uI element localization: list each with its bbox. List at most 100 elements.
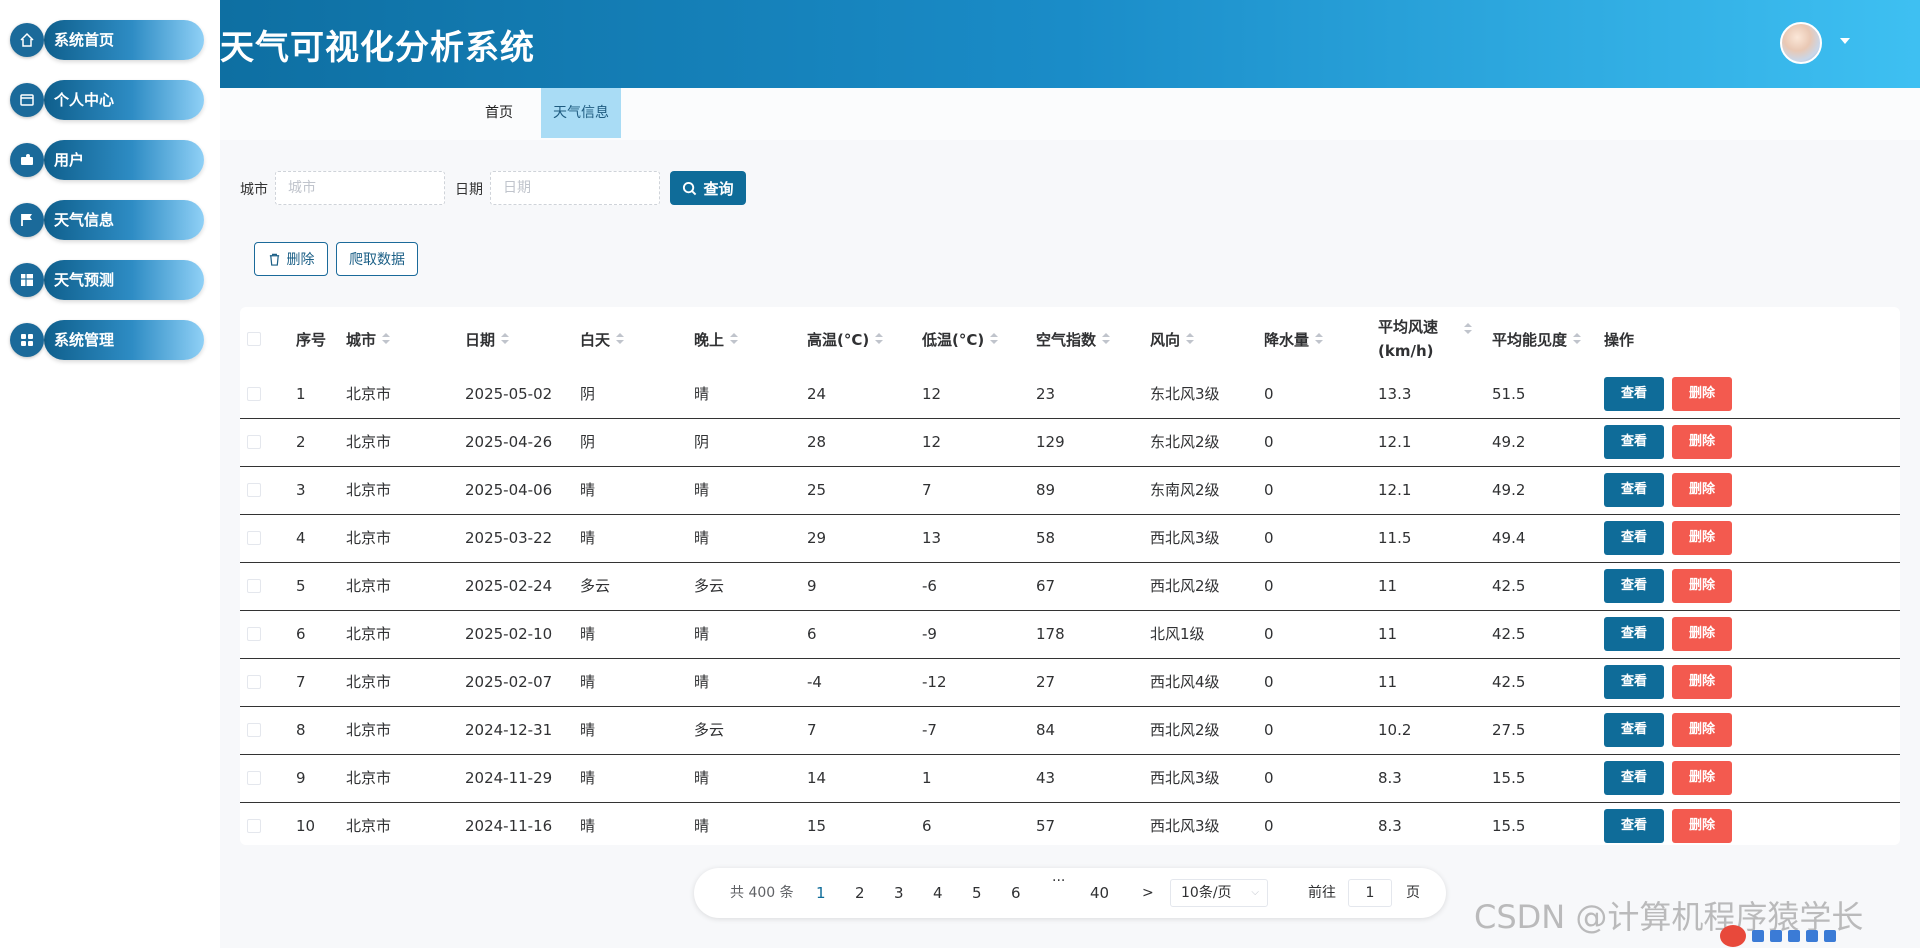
delete-button[interactable]: 删除 [1672, 521, 1732, 555]
pagination-ellipsis[interactable]: ··· [1052, 856, 1065, 906]
row-checkbox[interactable] [247, 627, 261, 641]
row-checkbox[interactable] [247, 723, 261, 737]
query-button[interactable]: 查询 [670, 171, 746, 205]
row-checkbox[interactable] [247, 387, 261, 401]
delete-button[interactable]: 删除 [1672, 425, 1732, 459]
page-3[interactable]: 3 [894, 868, 904, 918]
view-button[interactable]: 查看 [1604, 425, 1664, 459]
delete-button[interactable]: 删除 [1672, 713, 1732, 747]
select-all-checkbox[interactable] [247, 332, 261, 346]
batch-delete-button[interactable]: 删除 [254, 242, 328, 276]
header-col-rain[interactable]: 降水量 [1264, 307, 1324, 371]
crawl-data-button[interactable]: 爬取数据 [336, 242, 418, 276]
sidebar-item[interactable]: 用户 [10, 140, 204, 180]
tray-icon[interactable] [1770, 930, 1782, 942]
date-input[interactable] [503, 173, 659, 203]
sidebar: 系统首页个人中心用户天气信息天气预测系统管理 [0, 0, 220, 948]
header-col-city[interactable]: 城市 [346, 307, 391, 371]
view-button[interactable]: 查看 [1604, 713, 1664, 747]
view-button[interactable]: 查看 [1604, 377, 1664, 411]
row-checkbox[interactable] [247, 819, 261, 833]
delete-button[interactable]: 删除 [1672, 617, 1732, 651]
cell-col-high: 25 [807, 481, 827, 499]
cell-col-city: 北京市 [346, 529, 392, 547]
sort-caret-icon[interactable] [1102, 333, 1111, 345]
tab-home[interactable]: 首页 [473, 88, 525, 138]
sort-caret-icon[interactable] [1315, 333, 1324, 345]
cell-col-low: 12 [922, 433, 942, 451]
delete-button[interactable]: 删除 [1672, 377, 1732, 411]
sort-caret-icon[interactable] [382, 333, 391, 345]
city-field[interactable] [275, 171, 445, 205]
cell-col-day: 晴 [580, 721, 596, 739]
cell-col-aqi: 84 [1036, 721, 1056, 739]
delete-button[interactable]: 删除 [1672, 665, 1732, 699]
delete-button[interactable]: 删除 [1672, 473, 1732, 507]
row-checkbox[interactable] [247, 435, 261, 449]
sort-caret-icon[interactable] [990, 333, 999, 345]
row-checkbox[interactable] [247, 483, 261, 497]
view-button[interactable]: 查看 [1604, 617, 1664, 651]
delete-button[interactable]: 删除 [1672, 761, 1732, 795]
header-col-date[interactable]: 日期 [465, 307, 510, 371]
sidebar-item[interactable]: 系统首页 [10, 20, 204, 60]
caret-down-icon[interactable] [1840, 38, 1850, 44]
header-col-low[interactable]: 低温(°C) [922, 307, 999, 371]
view-button[interactable]: 查看 [1604, 569, 1664, 603]
city-input[interactable] [288, 173, 444, 203]
table-row: 5 北京市 2025-02-24 多云 多云 9 -6 67 西北风2级 0 11 42.5 查看 删除 [240, 563, 1900, 611]
sort-caret-icon[interactable] [875, 333, 884, 345]
sort-caret-icon[interactable] [1464, 323, 1472, 335]
header-col-aqi[interactable]: 空气指数 [1036, 307, 1111, 371]
sidebar-item[interactable]: 天气信息 [10, 200, 204, 240]
header-col-wind[interactable]: 风向 [1150, 307, 1195, 371]
page-6[interactable]: 6 [1011, 868, 1021, 918]
view-button[interactable]: 查看 [1604, 473, 1664, 507]
page-2[interactable]: 2 [855, 868, 865, 918]
sidebar-item[interactable]: 系统管理 [10, 320, 204, 360]
page-5[interactable]: 5 [972, 868, 982, 918]
sort-caret-icon[interactable] [1186, 333, 1195, 345]
page-4[interactable]: 4 [933, 868, 943, 918]
header-col-visibility[interactable]: 平均能见度 [1492, 307, 1582, 371]
cell-col-low: 13 [922, 529, 942, 547]
cell-col-rain: 0 [1264, 577, 1274, 595]
cell-col-low: 6 [922, 817, 932, 835]
row-checkbox[interactable] [247, 531, 261, 545]
tray-icon[interactable] [1788, 930, 1800, 942]
tab-weather-info[interactable]: 天气信息 [541, 88, 621, 138]
page-40[interactable]: 40 [1090, 868, 1109, 918]
input-method-icon[interactable] [1720, 925, 1746, 947]
sort-caret-icon[interactable] [616, 333, 625, 345]
header-col-high[interactable]: 高温(°C) [807, 307, 884, 371]
sort-caret-icon[interactable] [730, 333, 739, 345]
header-col-night[interactable]: 晚上 [694, 307, 739, 371]
header-col-wind-speed[interactable]: 平均风速(km/h) [1378, 307, 1472, 371]
page-1[interactable]: 1 [816, 868, 826, 918]
row-checkbox[interactable] [247, 579, 261, 593]
page-size-select[interactable]: 10条/页 ⌵ [1170, 879, 1268, 907]
tray-icon[interactable] [1752, 930, 1764, 942]
view-button[interactable]: 查看 [1604, 665, 1664, 699]
view-button[interactable]: 查看 [1604, 761, 1664, 795]
sidebar-item[interactable]: 天气预测 [10, 260, 204, 300]
sort-caret-icon[interactable] [501, 333, 510, 345]
delete-button[interactable]: 删除 [1672, 809, 1732, 843]
sort-caret-icon[interactable] [1573, 333, 1582, 345]
view-button[interactable]: 查看 [1604, 809, 1664, 843]
goto-page-input[interactable]: 1 [1348, 879, 1392, 907]
tray-icon[interactable] [1806, 930, 1818, 942]
header-col-day[interactable]: 白天 [580, 307, 625, 371]
row-checkbox[interactable] [247, 675, 261, 689]
user-avatar[interactable] [1780, 22, 1822, 64]
next-page-button[interactable]: > [1142, 868, 1154, 918]
view-button[interactable]: 查看 [1604, 521, 1664, 555]
sidebar-item[interactable]: 个人中心 [10, 80, 204, 120]
delete-button[interactable]: 删除 [1672, 569, 1732, 603]
row-checkbox[interactable] [247, 771, 261, 785]
cell-col-high: -4 [807, 673, 822, 691]
date-field[interactable] [490, 171, 660, 205]
cell-col-index: 3 [296, 481, 306, 499]
tray-icon[interactable] [1824, 930, 1836, 942]
cell-col-wind-speed: 12.1 [1378, 481, 1412, 499]
